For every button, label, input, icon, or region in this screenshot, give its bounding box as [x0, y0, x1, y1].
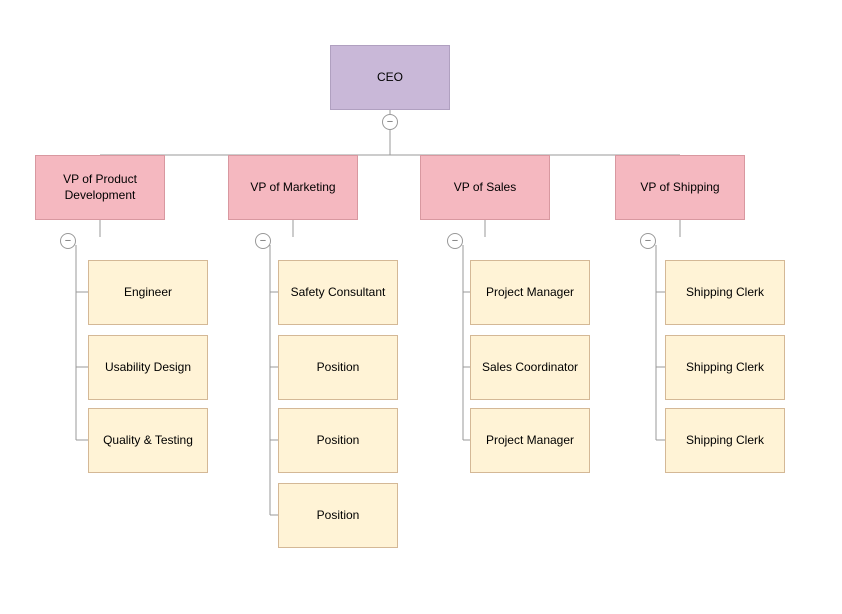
ship-clerk3-node: Shipping Clerk — [665, 408, 785, 473]
collapse-ceo-icon: − — [387, 116, 393, 128]
collapse-marketing-btn[interactable]: − — [255, 233, 271, 249]
org-chart: CEO VP of Product Development VP of Mark… — [0, 0, 842, 614]
collapse-sales-btn[interactable]: − — [447, 233, 463, 249]
safety-label: Safety Consultant — [291, 285, 386, 301]
position1-node: Position — [278, 335, 398, 400]
collapse-shipping-btn[interactable]: − — [640, 233, 656, 249]
usability-label: Usability Design — [105, 360, 191, 376]
position2-node: Position — [278, 408, 398, 473]
quality-node: Quality & Testing — [88, 408, 208, 473]
ship-clerk1-label: Shipping Clerk — [686, 285, 764, 301]
safety-node: Safety Consultant — [278, 260, 398, 325]
proj-mgr2-label: Project Manager — [486, 433, 574, 449]
ceo-label: CEO — [377, 70, 403, 86]
collapse-marketing-icon: − — [260, 235, 266, 247]
engineer-node: Engineer — [88, 260, 208, 325]
vp-sales-label: VP of Sales — [454, 180, 516, 196]
vp-product-label: VP of Product Development — [40, 172, 160, 203]
sales-coord-label: Sales Coordinator — [482, 360, 578, 376]
vp-product-node: VP of Product Development — [35, 155, 165, 220]
collapse-product-icon: − — [65, 235, 71, 247]
vp-marketing-node: VP of Marketing — [228, 155, 358, 220]
ship-clerk3-label: Shipping Clerk — [686, 433, 764, 449]
position3-label: Position — [317, 508, 360, 524]
proj-mgr1-node: Project Manager — [470, 260, 590, 325]
collapse-ceo-btn[interactable]: − — [382, 114, 398, 130]
ceo-node: CEO — [330, 45, 450, 110]
proj-mgr2-node: Project Manager — [470, 408, 590, 473]
quality-label: Quality & Testing — [103, 433, 193, 449]
position1-label: Position — [317, 360, 360, 376]
vp-marketing-label: VP of Marketing — [250, 180, 335, 196]
collapse-shipping-icon: − — [645, 235, 651, 247]
position2-label: Position — [317, 433, 360, 449]
engineer-label: Engineer — [124, 285, 172, 301]
vp-shipping-node: VP of Shipping — [615, 155, 745, 220]
vp-sales-node: VP of Sales — [420, 155, 550, 220]
sales-coord-node: Sales Coordinator — [470, 335, 590, 400]
collapse-sales-icon: − — [452, 235, 458, 247]
proj-mgr1-label: Project Manager — [486, 285, 574, 301]
collapse-product-btn[interactable]: − — [60, 233, 76, 249]
ship-clerk2-label: Shipping Clerk — [686, 360, 764, 376]
ship-clerk2-node: Shipping Clerk — [665, 335, 785, 400]
vp-shipping-label: VP of Shipping — [640, 180, 719, 196]
ship-clerk1-node: Shipping Clerk — [665, 260, 785, 325]
usability-node: Usability Design — [88, 335, 208, 400]
position3-node: Position — [278, 483, 398, 548]
